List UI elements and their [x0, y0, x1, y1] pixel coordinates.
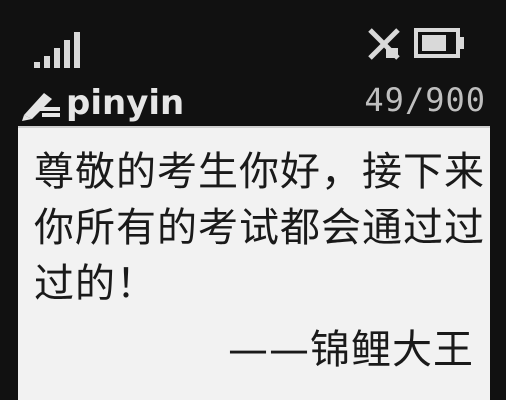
message-signature[interactable]: ——锦鲤大王 — [228, 322, 474, 378]
signal-strength-icon — [34, 30, 82, 68]
status-bar — [0, 0, 506, 80]
input-mode-indicator: pinyin — [20, 82, 184, 124]
mute-icon — [368, 28, 400, 60]
phone-screen: pinyin 49/900 尊敬的考生你好，接下来你所有的考试都会通过过过的！ … — [0, 0, 506, 400]
character-counter: 49/900 — [364, 81, 486, 119]
battery-icon — [414, 28, 464, 58]
message-editor[interactable]: 尊敬的考生你好，接下来你所有的考试都会通过过过的！ ——锦鲤大王 — [18, 126, 490, 400]
message-body[interactable]: 尊敬的考生你好，接下来你所有的考试都会通过过过的！ — [34, 144, 486, 312]
pen-icon — [22, 93, 60, 121]
input-mode-label: pinyin — [66, 83, 185, 123]
